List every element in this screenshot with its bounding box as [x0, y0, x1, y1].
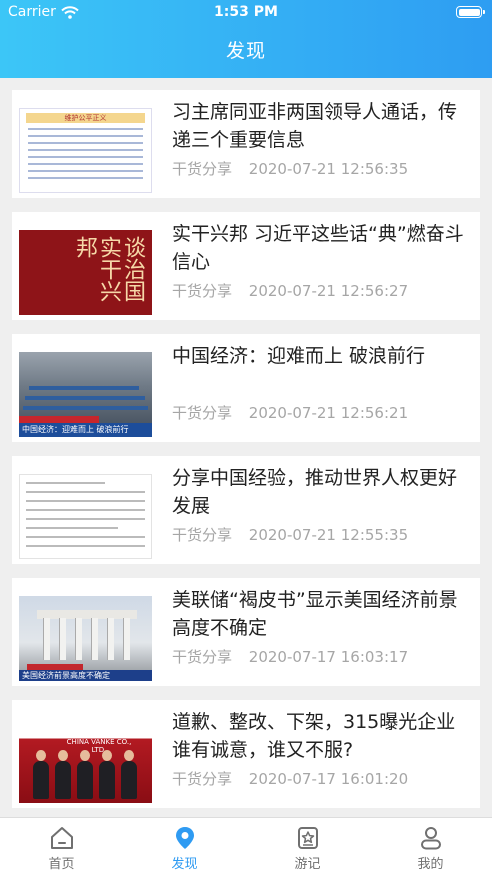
article-title: 美联储“褐皮书”显示美国经济前景高度不确定 [172, 589, 458, 639]
article-title: 中国经济：迎难而上 破浪前行 [172, 345, 426, 367]
tab-label: 游记 [294, 857, 321, 872]
article-card[interactable]: 谈治国 实干兴邦 实干兴邦 习近平这些话“典”燃奋斗信心 干货分享 2020-0… [12, 212, 480, 320]
tab-travel-notes[interactable]: 游记 [246, 818, 369, 878]
article-title: 分享中国经验，推动世界人权更好发展 [172, 467, 458, 517]
tab-profile[interactable]: 我的 [369, 818, 492, 878]
location-pin-icon [175, 827, 194, 849]
app-header: Carrier 1:53 PM 发现 [0, 0, 492, 78]
tab-home[interactable]: 首页 [0, 818, 123, 878]
article-source: 干货分享 [172, 526, 233, 544]
article-meta: 干货分享 2020-07-17 16:03:17 [172, 646, 408, 667]
article-title: 实干兴邦 习近平这些话“典”燃奋斗信心 [172, 223, 464, 273]
article-meta: 干货分享 2020-07-21 12:56:27 [172, 280, 408, 301]
article-thumbnail: 美国经济前景高度不确定 [19, 596, 152, 681]
article-card[interactable]: 中国经济：迎难而上 破浪前行 中国经济：迎难而上 破浪前行 干货分享 2020-… [12, 334, 480, 442]
article-thumbnail: 中国经济：迎难而上 破浪前行 [19, 352, 152, 437]
article-meta: 干货分享 2020-07-21 12:56:21 [172, 402, 408, 423]
thumbnail-caption: 中国经济：迎难而上 破浪前行 [19, 423, 152, 437]
home-icon [50, 827, 73, 849]
article-thumbnail: 万科企业股份有限公司 CHINA VANKE CO., LTD. [19, 718, 152, 803]
article-card[interactable]: 分享中国经验，推动世界人权更好发展 干货分享 2020-07-21 12:55:… [12, 456, 480, 564]
thumbnail-caption: 美国经济前景高度不确定 [19, 670, 152, 681]
article-list: 维护公平正义 习主席同亚非两国领导人通话，传递三个重要信息 干货分享 2020-… [12, 90, 480, 822]
article-source: 干货分享 [172, 160, 233, 178]
article-time: 2020-07-17 16:03:17 [248, 648, 409, 666]
battery-icon [456, 6, 485, 18]
tab-discover[interactable]: 发现 [123, 818, 246, 878]
article-source: 干货分享 [172, 770, 233, 788]
article-meta: 干货分享 2020-07-21 12:56:35 [172, 158, 408, 179]
article-source: 干货分享 [172, 282, 233, 300]
tab-label: 首页 [48, 857, 75, 872]
article-source: 干货分享 [172, 404, 233, 422]
status-bar: Carrier 1:53 PM [0, 4, 492, 22]
article-time: 2020-07-21 12:56:35 [248, 160, 409, 178]
profile-icon [420, 827, 441, 850]
thumbnail-caption: 维护公平正义 [26, 113, 145, 123]
article-title: 道歉、整改、下架，315曝光企业谁有诚意，谁又不服? [172, 711, 456, 761]
article-time: 2020-07-17 16:01:20 [248, 770, 409, 788]
article-card[interactable]: 维护公平正义 习主席同亚非两国领导人通话，传递三个重要信息 干货分享 2020-… [12, 90, 480, 198]
article-time: 2020-07-21 12:56:21 [248, 404, 409, 422]
article-source: 干货分享 [172, 648, 233, 666]
page-title: 发现 [225, 40, 266, 62]
article-meta: 干货分享 2020-07-17 16:01:20 [172, 768, 408, 789]
travel-notes-icon [297, 827, 318, 849]
thumbnail-caption: 万科企业股份有限公司 CHINA VANKE CO., LTD. [64, 729, 134, 754]
article-thumbnail: 谈治国 实干兴邦 [19, 230, 152, 315]
article-thumbnail: 维护公平正义 [19, 108, 152, 193]
article-thumbnail [19, 474, 152, 559]
article-meta: 干货分享 2020-07-21 12:55:35 [172, 524, 408, 545]
thumbnail-caption: 谈治国 实干兴邦 [72, 236, 145, 302]
article-card[interactable]: 美国经济前景高度不确定 美联储“褐皮书”显示美国经济前景高度不确定 干货分享 2… [12, 578, 480, 686]
article-time: 2020-07-21 12:56:27 [248, 282, 409, 300]
article-card[interactable]: 万科企业股份有限公司 CHINA VANKE CO., LTD. 道歉、整改、下… [12, 700, 480, 808]
tab-label: 我的 [417, 857, 444, 872]
tab-label: 发现 [171, 857, 198, 872]
article-time: 2020-07-21 12:55:35 [248, 526, 409, 544]
status-time: 1:53 PM [214, 4, 278, 20]
article-title: 习主席同亚非两国领导人通话，传递三个重要信息 [172, 101, 458, 151]
tab-bar: 首页 发现 游记 我的 [0, 817, 492, 878]
